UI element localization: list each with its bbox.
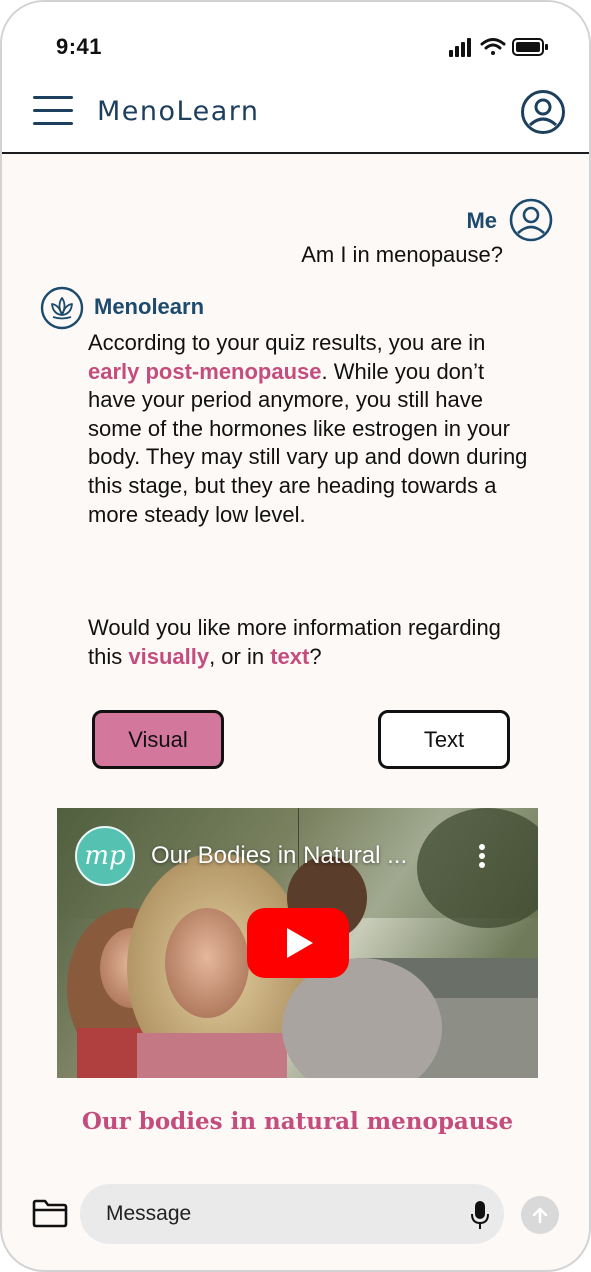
more-vertical-icon[interactable] [477, 844, 487, 870]
highlight-stage: early post-menopause [88, 358, 322, 384]
text-button[interactable]: Text [378, 710, 510, 769]
app-title: MenoLearn [97, 96, 260, 127]
message-box [80, 1184, 504, 1244]
video-title[interactable]: Our Bodies in Natural ... [151, 842, 407, 870]
phone-frame: 9:41 MenoLearn Me Am I in menopause? Men… [0, 0, 591, 1272]
mic-icon[interactable] [470, 1200, 490, 1230]
bot-message: According to your quiz results, you are … [88, 330, 528, 527]
profile-button[interactable] [520, 89, 566, 135]
battery-icon [512, 38, 548, 56]
user-message-header: Me [433, 198, 553, 244]
folder-button[interactable] [32, 1198, 68, 1228]
signal-icon [449, 38, 471, 57]
folder-icon [32, 1199, 68, 1228]
send-arrow-icon [532, 1207, 548, 1224]
visual-button[interactable]: Visual [92, 710, 224, 769]
user-name: Me [466, 208, 497, 233]
bot-name: Menolearn [94, 294, 205, 319]
highlight-visually: visually [128, 643, 210, 669]
user-message: Am I in menopause? [301, 242, 503, 267]
video-player[interactable]: mp Our Bodies in Natural ... [57, 808, 538, 1078]
profile-icon [521, 90, 565, 134]
menu-icon [33, 96, 73, 99]
highlight-text: text [270, 643, 310, 669]
wifi-icon [480, 38, 506, 55]
lotus-icon [40, 286, 84, 330]
status-time: 9:41 [56, 34, 103, 59]
menu-button[interactable] [33, 96, 73, 126]
bot-question: Would you like more information regardin… [88, 615, 501, 669]
send-button[interactable] [521, 1196, 559, 1234]
user-avatar-icon [509, 198, 553, 242]
channel-logo[interactable]: mp [75, 826, 135, 886]
app-header: MenoLearn [2, 86, 589, 154]
video-caption: Our bodies in natural menopause [81, 1108, 514, 1135]
status-bar: 9:41 [2, 2, 589, 86]
message-input[interactable] [106, 1184, 466, 1244]
play-button[interactable] [247, 908, 349, 978]
status-icons [449, 38, 548, 57]
